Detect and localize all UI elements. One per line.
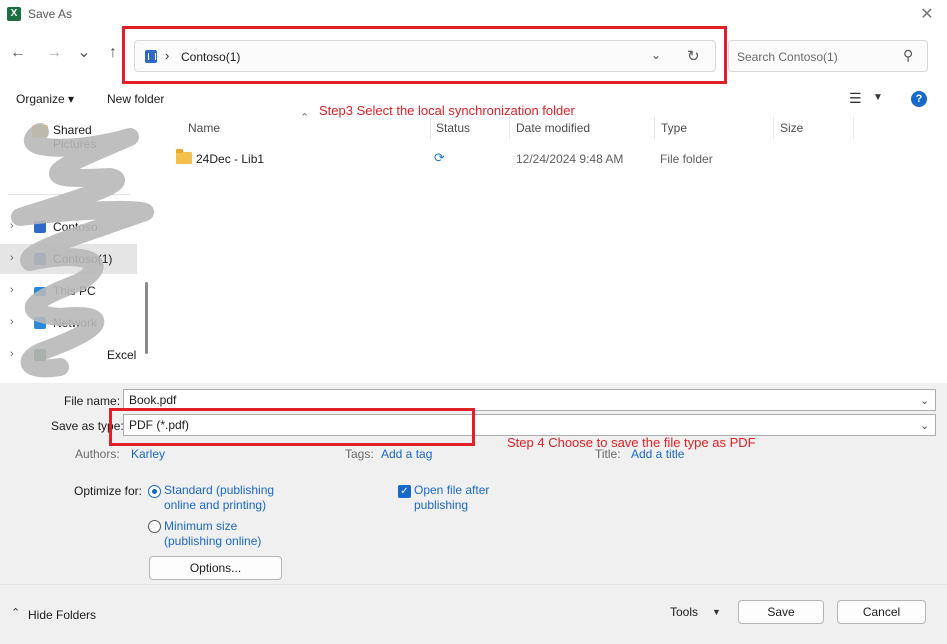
open-after-publishing-label[interactable]: Open file after (414, 483, 489, 497)
open-after-publishing-checkbox[interactable]: ✓ (398, 485, 411, 498)
redaction-scribble (11, 123, 154, 378)
new-folder-button[interactable]: New folder (107, 92, 164, 106)
excel-icon: X (7, 7, 21, 21)
annotation-box-type (109, 408, 475, 446)
file-type: File folder (660, 152, 713, 166)
authors-value[interactable]: Karley (131, 447, 165, 461)
sort-indicator-icon: ⌃ (300, 112, 310, 124)
file-date-modified: 12/24/2024 9:48 AM (516, 152, 624, 166)
help-icon[interactable]: ? (911, 91, 927, 107)
view-dropdown-icon[interactable]: ▼ (873, 92, 883, 103)
column-header-date-modified[interactable]: Date modified (516, 121, 590, 135)
file-name-value[interactable]: Book.pdf (129, 393, 176, 407)
column-divider[interactable] (654, 117, 655, 139)
tags-label: Tags: (345, 447, 374, 461)
tags-field[interactable]: Add a tag (381, 447, 432, 461)
tools-dropdown-icon[interactable]: ▼ (712, 607, 721, 617)
title-label: Title: (595, 447, 621, 461)
chevron-down-icon[interactable]: ⌄ (920, 419, 929, 432)
cancel-button[interactable]: Cancel (837, 600, 926, 624)
column-header-size[interactable]: Size (780, 121, 803, 135)
column-header-name[interactable]: Name (188, 121, 220, 135)
back-icon[interactable]: ← (8, 44, 28, 62)
column-divider[interactable] (773, 117, 774, 139)
recent-locations-icon[interactable]: ⌄ (74, 42, 94, 62)
search-input[interactable]: Search Contoso(1) (737, 50, 838, 64)
search-icon[interactable]: ⚲ (903, 47, 913, 64)
window-title: Save As (28, 7, 73, 21)
tools-menu[interactable]: Tools (670, 605, 698, 619)
hide-folders-button[interactable]: Hide Folders (28, 608, 96, 622)
forward-icon[interactable]: → (44, 44, 64, 62)
column-header-status[interactable]: Status (436, 121, 470, 135)
options-button[interactable]: Options... (149, 556, 282, 580)
open-after-publishing-label-line2[interactable]: publishing (414, 498, 468, 512)
table-row[interactable] (170, 146, 860, 172)
authors-label: Authors: (75, 447, 120, 461)
title-field[interactable]: Add a title (631, 447, 684, 461)
optimize-standard-label-line2[interactable]: online and printing) (164, 498, 266, 512)
file-name[interactable]: 24Dec - Lib1 (196, 152, 264, 166)
optimize-minimum-label[interactable]: Minimum size (164, 519, 237, 533)
optimize-for-label: Optimize for: (74, 484, 143, 498)
column-divider[interactable] (853, 117, 854, 139)
column-divider[interactable] (430, 117, 431, 139)
close-icon[interactable]: ✕ (918, 4, 936, 24)
search-box[interactable]: Search Contoso(1) ⚲ (728, 40, 928, 72)
column-header-type[interactable]: Type (661, 121, 687, 135)
optimize-minimum-label-line2[interactable]: (publishing online) (164, 534, 261, 548)
optimize-standard-radio[interactable] (148, 485, 161, 498)
column-divider[interactable] (509, 117, 510, 139)
folder-icon (176, 149, 192, 164)
view-options-icon[interactable]: ☰ (849, 90, 862, 107)
organize-menu[interactable]: Organize ▾ (16, 92, 74, 106)
file-name-label: File name: (64, 394, 121, 408)
optimize-minimum-radio[interactable] (148, 520, 161, 533)
hide-folders-chevron-icon[interactable]: ⌃ (11, 606, 20, 619)
chevron-down-icon[interactable]: ⌄ (920, 394, 929, 407)
annotation-box-address (122, 26, 727, 84)
optimize-standard-label[interactable]: Standard (publishing (164, 483, 274, 497)
up-icon[interactable]: ↑ (103, 44, 123, 62)
step3-annotation: Step3 Select the local synchronization f… (319, 103, 575, 118)
sync-icon: ⟳ (434, 150, 445, 165)
save-button[interactable]: Save (738, 600, 824, 624)
